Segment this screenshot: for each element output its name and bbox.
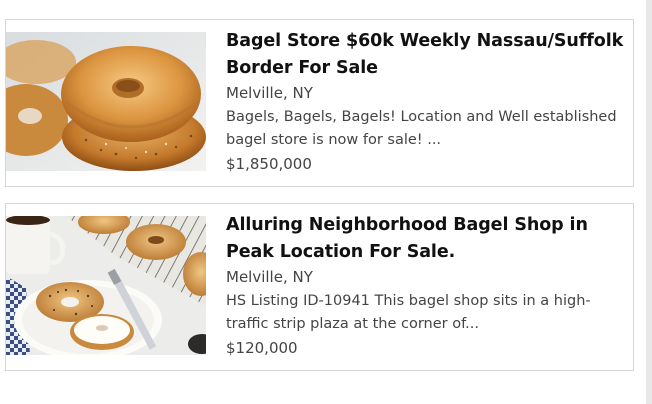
- bagels-with-cream-cheese-photo: [6, 216, 206, 355]
- listing-price: $1,850,000: [226, 154, 312, 173]
- listing-image[interactable]: [6, 32, 206, 171]
- listing-price: $120,000: [226, 338, 298, 357]
- listing-title[interactable]: Bagel Store $60k Weekly Nassau/Suffolk B…: [226, 28, 626, 82]
- listing-card[interactable]: Alluring Neighborhood Bagel Shop in Peak…: [5, 203, 634, 371]
- bagel-stack-photo: [6, 32, 206, 171]
- scrollbar-track[interactable]: [646, 0, 652, 404]
- listing-description: Bagels, Bagels, Bagels! Location and Wel…: [226, 108, 617, 149]
- listing-location: Melville, NY: [226, 268, 313, 286]
- listing-location: Melville, NY: [226, 84, 313, 102]
- listing-description: HS Listing ID-10941 This bagel shop sits…: [226, 292, 591, 333]
- listing-title[interactable]: Alluring Neighborhood Bagel Shop in Peak…: [226, 212, 626, 266]
- listing-card[interactable]: Bagel Store $60k Weekly Nassau/Suffolk B…: [5, 19, 634, 187]
- listing-image[interactable]: [6, 216, 206, 355]
